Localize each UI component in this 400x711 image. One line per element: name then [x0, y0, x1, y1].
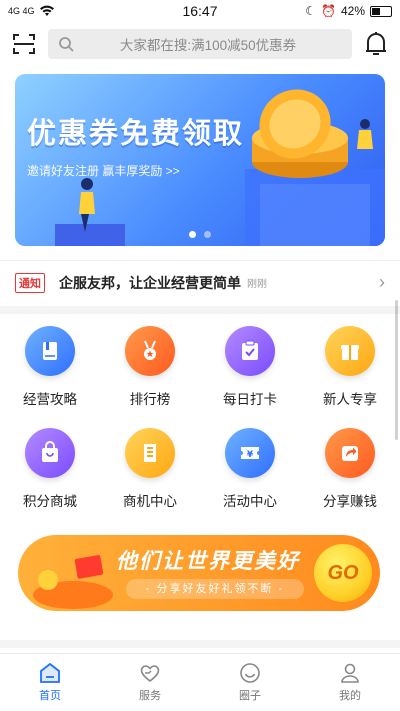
scan-button[interactable] — [10, 30, 38, 58]
bell-icon — [366, 32, 387, 55]
grid-item-activity-center[interactable]: ¥ 活动中心 — [200, 428, 300, 510]
notice-tag: 通知 — [15, 272, 45, 293]
network-label: 4G 4G — [8, 6, 35, 16]
carousel-dot[interactable] — [189, 231, 196, 238]
status-bar: 4G 4G 16:47 ☾ ⏰ 42% — [0, 0, 400, 22]
grid-item-ranking[interactable]: 排行榜 — [100, 326, 200, 408]
tab-label: 圈子 — [239, 690, 261, 702]
battery-percent: 42% — [340, 4, 365, 18]
promo-illustration — [22, 555, 113, 609]
search-icon — [58, 37, 74, 52]
checkin-icon — [225, 326, 275, 376]
wifi-icon — [39, 5, 54, 17]
user-icon — [341, 663, 359, 683]
system-indicators: ☾ ⏰ 42% — [305, 4, 392, 18]
header: 大家都在搜:满100减50优惠券 — [0, 24, 400, 64]
notice-time: 刚刚 — [247, 279, 267, 290]
section-divider — [0, 640, 400, 648]
grid-label: 积分商城 — [23, 494, 77, 509]
ticket-icon: ¥ — [225, 428, 275, 478]
home-icon — [40, 662, 60, 683]
grid-label: 活动中心 — [223, 494, 277, 509]
grid-item-checkin[interactable]: 每日打卡 — [200, 326, 300, 408]
svg-text:¥: ¥ — [247, 450, 254, 460]
tab-home[interactable]: 首页 — [0, 654, 100, 711]
grid-item-strategy[interactable]: 经营攻略 — [0, 326, 100, 408]
grid-label: 每日打卡 — [223, 392, 277, 407]
grid-label: 经营攻略 — [23, 392, 77, 407]
grid-label: 商机中心 — [123, 494, 177, 509]
section-divider — [0, 306, 400, 314]
banner-subtitle[interactable]: 邀请好友注册 赢丰厚奖励 >> — [27, 162, 180, 179]
grid-label: 分享赚钱 — [323, 494, 377, 509]
banner-illustration — [55, 89, 385, 246]
circle-smile-icon — [240, 663, 260, 683]
grid-item-share-earn[interactable]: 分享赚钱 — [300, 428, 400, 510]
tab-label: 我的 — [339, 690, 361, 702]
tab-service[interactable]: 服务 — [100, 654, 200, 711]
tab-circle[interactable]: 圈子 — [200, 654, 300, 711]
grid-label: 排行榜 — [129, 392, 171, 407]
feature-grid: 经营攻略 排行榜 每日打卡 新人专享 积分商城 商机中心 ¥ 活动中心 分享赚钱 — [0, 326, 400, 510]
grid-item-points-mall[interactable]: 积分商城 — [0, 428, 100, 510]
chevron-right-icon: › — [379, 272, 385, 292]
grid-item-newcomer[interactable]: 新人专享 — [300, 326, 400, 408]
tab-profile[interactable]: 我的 — [300, 654, 400, 711]
battery-icon — [370, 5, 392, 17]
banner-title: 优惠券免费领取 — [27, 118, 245, 150]
grid-item-business-center[interactable]: 商机中心 — [100, 428, 200, 510]
search-placeholder: 大家都在搜:满100减50优惠券 — [119, 38, 297, 53]
scrollbar[interactable] — [395, 300, 398, 440]
scan-icon — [12, 34, 35, 54]
promo-title: 他们让世界更美好 — [116, 550, 300, 573]
heart-hand-icon — [140, 665, 160, 683]
notice-bar[interactable]: 通知 企服友邦，让企业经营更简单 刚刚 › — [0, 260, 400, 304]
carousel-indicators — [15, 231, 385, 238]
go-button[interactable]: GO — [314, 544, 372, 602]
building-icon — [125, 428, 175, 478]
shopping-bag-icon — [25, 428, 75, 478]
notice-text: 企服友邦，让企业经营更简单 — [59, 274, 241, 291]
search-input[interactable]: 大家都在搜:满100减50优惠券 — [47, 29, 353, 59]
promo-banner[interactable]: 他们让世界更美好 - 分享好友好礼领不断 - GO — [18, 535, 380, 611]
moon-icon: ☾ — [305, 4, 317, 18]
bottom-tab-bar: 首页 服务 圈子 我的 — [0, 653, 400, 711]
tab-label: 首页 — [39, 690, 61, 702]
network-indicators: 4G 4G — [8, 5, 55, 17]
share-icon — [325, 428, 375, 478]
alarm-icon: ⏰ — [321, 4, 336, 18]
promo-subtitle: - 分享好友好礼领不断 - — [126, 579, 304, 599]
gift-icon — [325, 326, 375, 376]
tab-label: 服务 — [139, 690, 161, 702]
book-icon — [25, 326, 75, 376]
carousel-dot[interactable] — [204, 231, 211, 238]
notification-button[interactable] — [362, 30, 390, 58]
medal-icon — [125, 326, 175, 376]
grid-label: 新人专享 — [323, 392, 377, 407]
promo-carousel[interactable]: 优惠券免费领取 邀请好友注册 赢丰厚奖励 >> — [15, 74, 385, 246]
